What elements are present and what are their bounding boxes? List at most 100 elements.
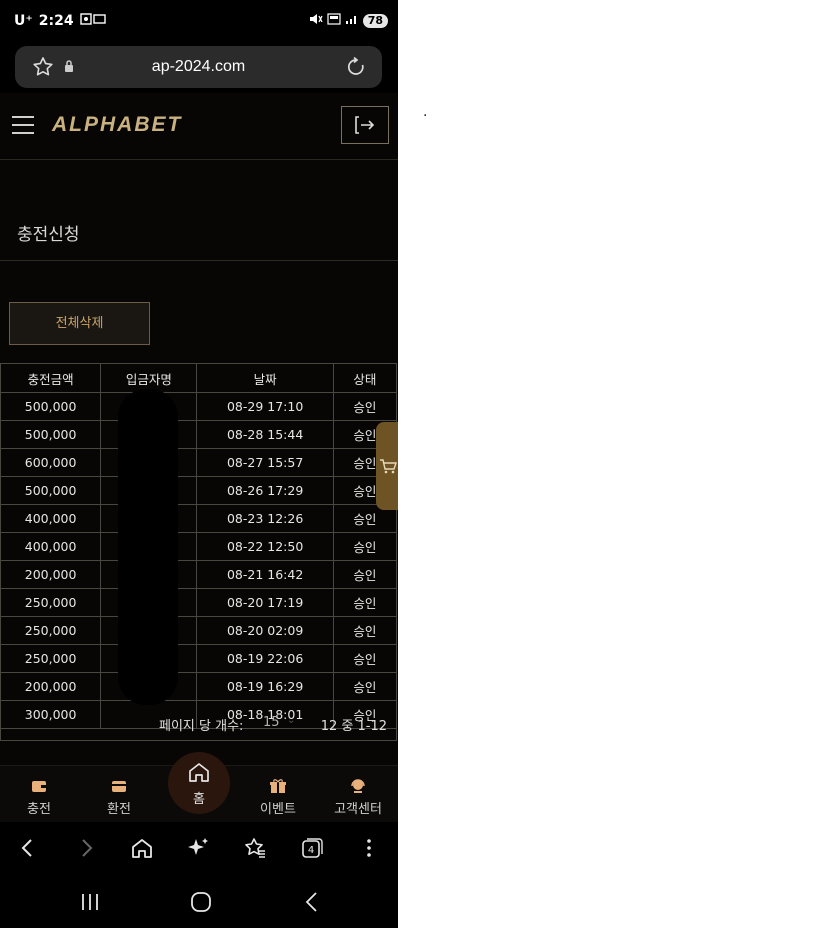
home-icon xyxy=(189,763,209,782)
nav-support[interactable]: 고객센터 xyxy=(328,778,388,817)
cell-date: 08-19 16:29 xyxy=(196,672,334,701)
cell-amount: 500,000 xyxy=(0,392,102,421)
cell-date: 08-22 12:50 xyxy=(196,532,334,561)
cell-status: 승인 xyxy=(332,672,398,701)
table-row: 600,000 08-27 15:57 승인 xyxy=(0,448,398,477)
cell-amount: 250,000 xyxy=(0,644,102,673)
browser-toolbar: 4 xyxy=(0,822,398,874)
stray-dot: . xyxy=(423,104,428,120)
table-row: 250,000 08-20 02:09 승인 xyxy=(0,616,398,645)
cell-date: 08-27 15:57 xyxy=(196,448,334,477)
screenshot-icon xyxy=(79,13,106,29)
cell-amount: 250,000 xyxy=(0,588,102,617)
5g-icon xyxy=(327,13,341,28)
table-header-row: 충전금액 입금자명 날짜 상태 xyxy=(0,363,398,393)
page-range: 12 중 1-12 xyxy=(320,719,387,734)
cell-status: 승인 xyxy=(332,644,398,673)
pagination-bar: 페이지 당 개수: 15 ⌄ 12 중 1-12 xyxy=(0,705,397,741)
cell-status: 승인 xyxy=(332,616,398,645)
clock: 2:24 xyxy=(38,13,74,29)
system-navigation-bar xyxy=(0,874,398,928)
cell-date: 08-29 17:10 xyxy=(196,392,334,421)
table-row: 250,000 08-19 22:06 승인 xyxy=(0,644,398,673)
page-title: 충전신청 xyxy=(17,225,80,245)
url-text[interactable]: ap-2024.com xyxy=(15,58,382,76)
table-row: 500,000 08-29 17:10 승인 xyxy=(0,392,398,421)
back-icon[interactable] xyxy=(15,836,41,860)
cell-amount: 200,000 xyxy=(0,672,102,701)
delete-all-button[interactable]: 전체삭제 xyxy=(9,302,150,345)
nav-deposit[interactable]: 충전 xyxy=(9,778,69,817)
system-home-icon[interactable] xyxy=(189,891,213,917)
cell-amount: 500,000 xyxy=(0,476,102,505)
signal-icon xyxy=(345,13,359,28)
cell-date: 08-20 02:09 xyxy=(196,616,334,645)
forward-icon[interactable] xyxy=(73,836,99,860)
header-date: 날짜 xyxy=(196,363,334,393)
nav-withdraw[interactable]: 환전 xyxy=(89,778,149,817)
phone-screen: U⁺ 2:24 78 ap-2024.com ALPHABET 충전신청 전체삭… xyxy=(0,0,398,928)
address-bar[interactable]: ap-2024.com xyxy=(15,46,382,88)
cell-date: 08-28 15:44 xyxy=(196,420,334,449)
tab-count: 4 xyxy=(308,845,314,856)
per-page-select[interactable]: 15 xyxy=(263,715,280,730)
wallet-icon xyxy=(9,778,69,796)
battery-level: 78 xyxy=(362,13,388,28)
header-amount: 충전금액 xyxy=(0,363,102,393)
nav-home-label: 홈 xyxy=(193,792,205,807)
logout-button[interactable] xyxy=(341,106,389,144)
status-bar: U⁺ 2:24 78 xyxy=(0,0,398,40)
carrier-label: U⁺ xyxy=(14,13,33,29)
nav-home-button[interactable]: 홈 xyxy=(168,752,230,814)
gift-icon xyxy=(248,778,308,796)
system-back-icon[interactable] xyxy=(300,891,324,917)
cell-amount: 400,000 xyxy=(0,504,102,533)
cell-amount: 400,000 xyxy=(0,532,102,561)
cell-date: 08-19 22:06 xyxy=(196,644,334,673)
mute-icon xyxy=(309,13,323,28)
cart-icon xyxy=(380,459,397,474)
divider xyxy=(0,260,398,261)
cell-status: 승인 xyxy=(332,560,398,589)
cell-amount: 600,000 xyxy=(0,448,102,477)
nav-event[interactable]: 이벤트 xyxy=(248,778,308,817)
menu-icon[interactable] xyxy=(12,116,34,134)
site-content: ALPHABET 충전신청 전체삭제 충전금액 입금자명 날짜 상태 500,0… xyxy=(0,93,398,765)
table-row: 200,000 08-21 16:42 승인 xyxy=(0,560,398,589)
reload-icon[interactable] xyxy=(344,55,368,83)
nav-deposit-label: 충전 xyxy=(27,802,51,817)
per-page-label: 페이지 당 개수: xyxy=(159,719,244,734)
nav-event-label: 이벤트 xyxy=(260,802,296,817)
cell-date: 08-23 12:26 xyxy=(196,504,334,533)
cell-amount: 250,000 xyxy=(0,616,102,645)
site-logo[interactable]: ALPHABET xyxy=(52,113,182,137)
logout-icon xyxy=(355,116,375,134)
nav-support-label: 고객센터 xyxy=(334,802,382,817)
cell-amount: 200,000 xyxy=(0,560,102,589)
cell-date: 08-26 17:29 xyxy=(196,476,334,505)
deposit-history-table: 충전금액 입금자명 날짜 상태 500,000 08-29 17:10 승인 500,… xyxy=(0,363,398,729)
table-row: 400,000 08-22 12:50 승인 xyxy=(0,532,398,561)
browser-home-icon[interactable] xyxy=(129,836,155,860)
card-icon xyxy=(89,778,149,796)
cell-status: 승인 xyxy=(332,392,398,421)
tabs-icon[interactable]: 4 xyxy=(299,836,325,860)
header-status: 상태 xyxy=(332,363,398,393)
table-row: 200,000 08-19 16:29 승인 xyxy=(0,672,398,701)
support-icon xyxy=(328,778,388,796)
cell-status: 승인 xyxy=(332,532,398,561)
table-row: 400,000 08-23 12:26 승인 xyxy=(0,504,398,533)
redaction-mark xyxy=(118,389,178,705)
bookmarks-icon[interactable] xyxy=(242,836,268,860)
site-header: ALPHABET xyxy=(0,93,398,160)
cart-side-tab[interactable] xyxy=(376,422,398,510)
table-row: 250,000 08-20 17:19 승인 xyxy=(0,588,398,617)
cell-amount: 500,000 xyxy=(0,420,102,449)
more-options-icon[interactable] xyxy=(356,836,382,860)
sparkle-icon[interactable] xyxy=(185,836,211,860)
recent-apps-icon[interactable] xyxy=(78,892,102,916)
table-row: 500,000 08-26 17:29 승인 xyxy=(0,476,398,505)
cell-date: 08-20 17:19 xyxy=(196,588,334,617)
chevron-down-icon[interactable]: ⌄ xyxy=(287,715,295,726)
cell-date: 08-21 16:42 xyxy=(196,560,334,589)
